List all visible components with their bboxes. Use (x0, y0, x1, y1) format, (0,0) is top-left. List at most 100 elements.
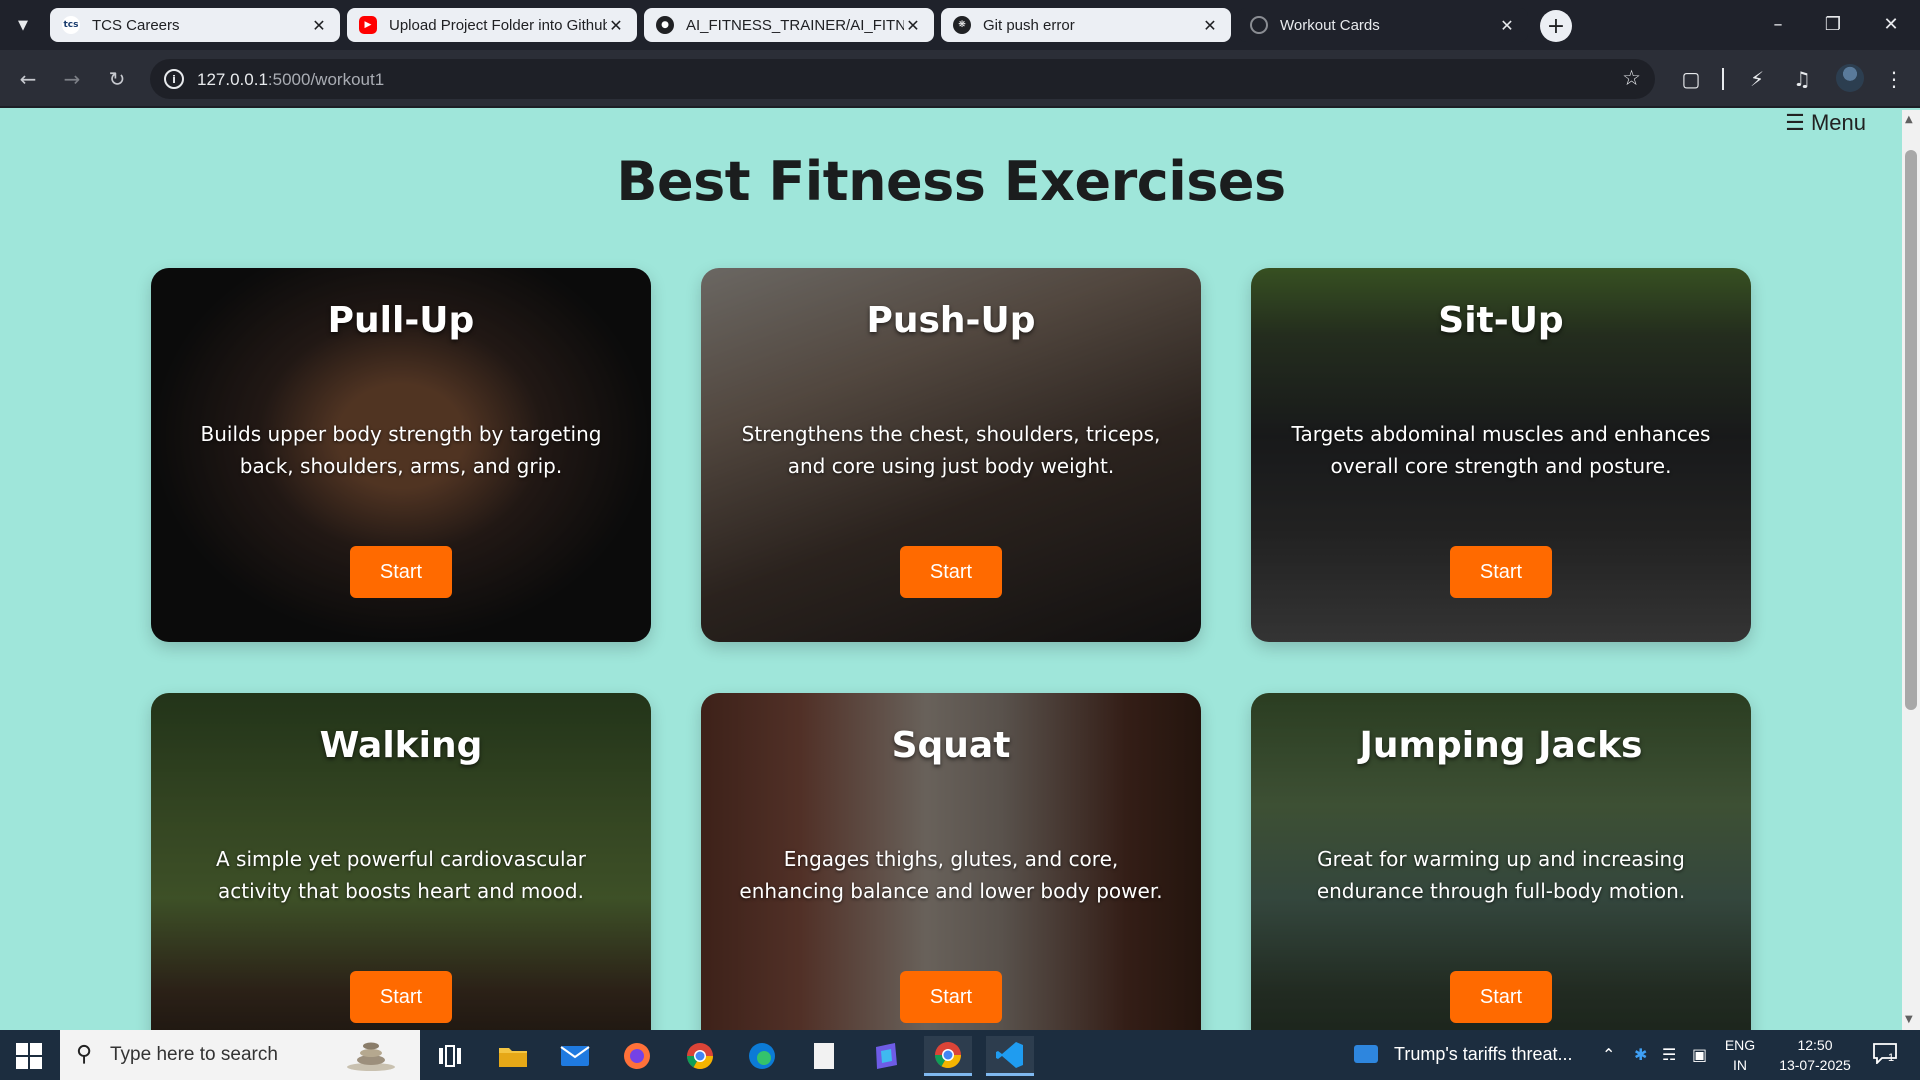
card-description: Engages thighs, glutes, and core, enhanc… (739, 847, 1163, 903)
clock-time: 12:50 (1797, 1037, 1833, 1053)
globe-icon (1250, 16, 1268, 34)
scroll-up-arrow-icon[interactable]: ▲ (1905, 114, 1913, 125)
extensions-icon[interactable]: ▢ (1677, 65, 1705, 93)
close-icon[interactable]: ✕ (310, 16, 328, 35)
performance-icon[interactable]: ⚡ (1743, 65, 1771, 93)
card-description: Targets abdominal muscles and enhances o… (1291, 422, 1711, 478)
chatgpt-icon: ❋ (953, 16, 971, 34)
card-description: Great for warming up and increasing endu… (1316, 847, 1686, 903)
tab-title: TCS Careers (92, 16, 180, 34)
vscode-icon[interactable] (986, 1036, 1034, 1076)
mail-icon[interactable] (551, 1036, 599, 1076)
show-hidden-icons-icon[interactable]: ⌃ (1602, 1045, 1615, 1064)
profile-avatar[interactable] (1836, 64, 1864, 92)
search-highlight-icon (347, 1042, 395, 1071)
card-title: Squat (891, 725, 1011, 766)
exercise-card-push-up: Push-Up Strengthens the chest, shoulders… (701, 268, 1201, 642)
search-placeholder: Type here to search (110, 1044, 278, 1065)
tab-tcs-careers[interactable]: tcs TCS Careers ✕ (50, 8, 340, 42)
site-info-icon[interactable]: i (164, 69, 184, 89)
close-icon[interactable]: ✕ (904, 16, 922, 35)
address-bar[interactable]: i 127.0.0.1:5000/workout1 ☆ (150, 59, 1655, 99)
battery-icon[interactable]: ▣ (1692, 1045, 1707, 1064)
exercise-card-sit-up: Sit-Up Targets abdominal muscles and enh… (1251, 268, 1751, 642)
edge-icon[interactable] (738, 1036, 786, 1076)
menu-button[interactable]: ☰ Menu (1785, 110, 1866, 136)
tcs-icon: tcs (62, 16, 80, 34)
media-control-icon[interactable]: ♫ (1788, 65, 1816, 93)
file-explorer-icon[interactable] (489, 1036, 537, 1076)
more-menu-icon[interactable]: ⋮ (1880, 65, 1908, 93)
url-host: 127.0.0.1 (197, 70, 268, 89)
tab-title: AI_FITNESS_TRAINER/AI_FITNESS (686, 16, 904, 34)
start-button[interactable]: Start (1450, 971, 1552, 1023)
reload-icon[interactable]: ↻ (103, 65, 131, 93)
bluetooth-icon[interactable]: ✱ (1634, 1045, 1647, 1064)
tab-youtube-upload[interactable]: ▶ Upload Project Folder into Github ✕ (347, 8, 637, 42)
tab-bar: ▼ tcs TCS Careers ✕ ▶ Upload Project Fol… (0, 0, 1920, 50)
close-icon[interactable]: ✕ (1498, 16, 1516, 35)
tab-title: Git push error (983, 16, 1075, 34)
wifi-icon[interactable]: ☴ (1662, 1045, 1676, 1064)
card-title: Jumping Jacks (1359, 725, 1643, 766)
clock-date: 13-07-2025 (1779, 1057, 1851, 1073)
firefox-icon[interactable] (613, 1036, 661, 1076)
youtube-icon: ▶ (359, 16, 377, 34)
chrome-running-icon[interactable] (924, 1036, 972, 1076)
copilot-icon[interactable] (862, 1036, 910, 1076)
chrome-icon[interactable] (676, 1036, 724, 1076)
tab-git-push-error[interactable]: ❋ Git push error ✕ (941, 8, 1231, 42)
bookmark-star-icon[interactable]: ☆ (1622, 66, 1641, 90)
page-title: Best Fitness Exercises (616, 150, 1286, 213)
search-icon: ⚲ (76, 1042, 93, 1067)
start-button[interactable]: Start (350, 546, 452, 598)
news-widget[interactable]: Trump's tariffs threat... (1394, 1044, 1573, 1065)
url-text[interactable]: 127.0.0.1:5000/workout1 (197, 70, 384, 90)
card-title: Push-Up (866, 300, 1036, 341)
tab-search-chevron-icon[interactable]: ▼ (10, 12, 36, 38)
browser-toolbar: ← → ↻ i 127.0.0.1:5000/workout1 ☆ ▢ ⚡ ♫ … (0, 50, 1920, 108)
weather-news-icon[interactable] (1354, 1045, 1378, 1063)
notification-badge: 1 (1888, 1052, 1895, 1064)
card-description: Strengthens the chest, shoulders, tricep… (741, 422, 1161, 478)
start-button[interactable]: Start (900, 971, 1002, 1023)
forward-icon[interactable]: → (58, 65, 86, 93)
task-view-icon[interactable] (426, 1036, 474, 1076)
minimize-icon[interactable]: – (1755, 10, 1801, 38)
start-button[interactable]: Start (900, 546, 1002, 598)
exercise-card-pull-up: Pull-Up Builds upper body strength by ta… (151, 268, 651, 642)
back-icon[interactable]: ← (14, 65, 42, 93)
window-close-icon[interactable]: ✕ (1868, 10, 1914, 38)
start-button[interactable]: Start (350, 971, 452, 1023)
windows-start-icon[interactable] (16, 1043, 42, 1069)
tab-title: Workout Cards (1280, 16, 1380, 34)
scroll-down-arrow-icon[interactable]: ▼ (1905, 1014, 1913, 1025)
tab-github-repo[interactable]: ● AI_FITNESS_TRAINER/AI_FITNESS ✕ (644, 8, 934, 42)
close-icon[interactable]: ✕ (1201, 16, 1219, 35)
url-path: :5000/workout1 (267, 70, 385, 89)
github-icon: ● (656, 16, 674, 34)
notepad-icon[interactable] (800, 1036, 848, 1076)
windows-taskbar: ⚲ Type here to search Trump's tariffs th… (0, 1030, 1920, 1080)
card-description: A simple yet powerful cardiovascular act… (215, 847, 587, 903)
new-tab-button[interactable]: + (1540, 10, 1572, 42)
card-title: Sit-Up (1438, 300, 1564, 341)
close-icon[interactable]: ✕ (607, 16, 625, 35)
tab-title: Upload Project Folder into Github (389, 16, 607, 34)
exercise-card-walking: Walking A simple yet powerful cardiovasc… (151, 693, 651, 1030)
exercise-card-jumping-jacks: Jumping Jacks Great for warming up and i… (1251, 693, 1751, 1030)
notification-center-icon[interactable]: 1 (1872, 1042, 1906, 1068)
tab-workout-cards[interactable]: Workout Cards ✕ (1238, 8, 1528, 42)
restore-icon[interactable]: ❐ (1810, 10, 1856, 38)
card-title: Walking (319, 725, 483, 766)
start-button[interactable]: Start (1450, 546, 1552, 598)
language-indicator[interactable]: ENG IN (1718, 1035, 1762, 1075)
taskbar-search-input[interactable]: ⚲ Type here to search (60, 1030, 420, 1080)
region-code: IN (1733, 1057, 1747, 1073)
language-code: ENG (1724, 1037, 1756, 1053)
scrollbar-thumb[interactable] (1905, 150, 1917, 710)
card-description: Builds upper body strength by targeting … (200, 422, 602, 478)
page-viewport: ☰ Menu Best Fitness Exercises Pull-Up Bu… (0, 110, 1902, 1030)
clock[interactable]: 12:50 13-07-2025 (1768, 1035, 1862, 1075)
toolbar-separator (1722, 68, 1724, 90)
